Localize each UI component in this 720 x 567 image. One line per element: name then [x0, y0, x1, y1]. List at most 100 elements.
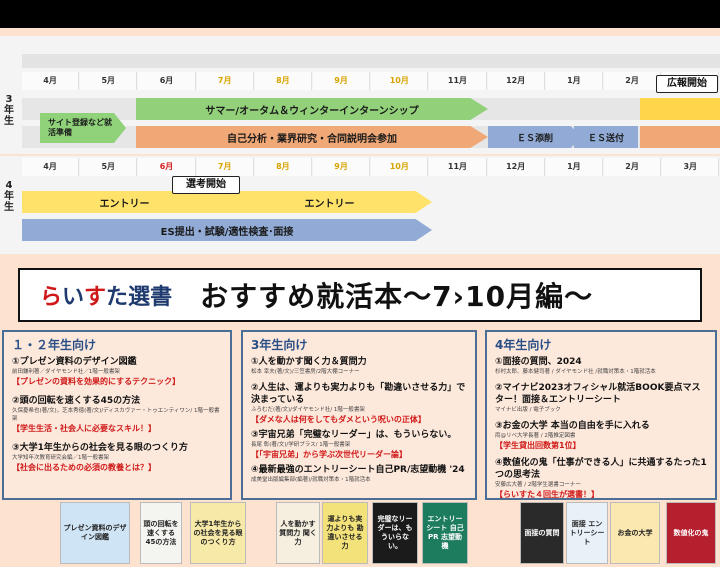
entry-arrow: エントリー エントリー [22, 191, 432, 213]
month-cell: 12月 [487, 158, 545, 176]
book-item: ④最新最強のエントリーシート自己PR/志望動機 '24 成美堂出版編集部(編著)/… [251, 464, 467, 484]
book-title: ②マイナビ2023オフィシャル就活BOOK要点マスター！面接＆エントリーシート [495, 383, 701, 405]
month-cell: 8月 [254, 158, 312, 176]
book-title: ①面接の質問、2024 [495, 357, 582, 367]
book-author: 杉村太郎、藤本健司著 / ダイヤモンド社 /就職対策本・1階就活本 [495, 369, 656, 375]
month-cell: 10月 [371, 158, 429, 176]
schedule-3rd-year-label: 3 年 生 [0, 94, 18, 127]
book-title: ④最新最強のエントリーシート自己PR/志望動機 '24 [251, 465, 465, 475]
book-cover: 頭の回転を速くする45の方法 [140, 502, 182, 564]
book-cover: 運よりも実力よりも 勘違いさせる力 [322, 502, 368, 564]
book-cover: 完璧なリーダーは、もういらない。 [372, 502, 418, 564]
book-author: 前田鎌利著／ダイヤモンド社／1階一般書架 [12, 369, 120, 375]
label-char: 生 [4, 116, 14, 127]
brand-char: い [62, 285, 85, 310]
book-title: ③宇宙兄弟「完璧なリーダー」は、もういらない。 [251, 430, 457, 440]
book-title: ②人生は、運よりも実力よりも「勘違いさせる力」で決まっている [251, 383, 466, 405]
banner-title: おすすめ就活本～7›10月編～ [200, 280, 594, 313]
book-cover: プレゼン資料のデザイン図鑑 [60, 502, 130, 564]
book-note: 【社会に出るための必須の教養とは？】 [12, 463, 156, 472]
book-item: ②マイナビ2023オフィシャル就活BOOK要点マスター！面接＆エントリーシートマ… [495, 382, 707, 414]
es-draft-arrow: ＥＳ添削 [488, 126, 582, 148]
entry-label: エントリー [99, 198, 150, 210]
book-item: ③お金の大学 本当の自由を手に入れる両@リベ大学長著 / 2階推定図書 【学生貸出… [495, 420, 707, 451]
intern-arrow: サマー/オータム＆ウィンターインターンシップ [136, 98, 488, 120]
book-author: 久保憂希也(著/文)，芝本秀徳(著/文)/ディスカヴァー・トゥエンティワン/ 1… [12, 408, 220, 422]
book-item: ③大学1年生からの社会を見る眼のつくり方 大学知年次教育研究会編／1階一般書架 【社… [12, 442, 222, 473]
month-cell: 10月 [371, 72, 429, 90]
month-header-bar [22, 54, 720, 68]
book-item: ②人生は、運よりも実力よりも「勘違いさせる力」で決まっている ふろむだ(著/文)/… [251, 382, 467, 425]
selection-start-callout: 選考開始 [172, 176, 240, 194]
month-cell: 12月 [487, 72, 545, 90]
month-cell: 4月 [22, 158, 80, 176]
brand-suffix: 選書 [128, 284, 173, 310]
label-char: 4 [5, 180, 13, 191]
book-author: 松本 幸夫(著/文)/三笠書房/2階大棚コーナー [251, 369, 360, 375]
month-cell: 6月 [138, 72, 196, 90]
brand-char: ら [40, 285, 63, 310]
book-cover: 数値化の鬼 [666, 502, 716, 564]
book-item: ①プレゼン資料のデザイン図鑑 前田鎌利著／ダイヤモンド社／1階一般書架 【プレゼンの… [12, 356, 222, 387]
brand-char: す [84, 285, 107, 310]
book-title: ①人を動かす聞く力＆質問力 [251, 357, 367, 367]
book-author: 成美堂出版編集部(編著)/就職対策本・1階就活本 [251, 477, 371, 483]
panel-1-2-year: １・２年生向け ①プレゼン資料のデザイン図鑑 前田鎌利著／ダイヤモンド社／1階一般… [2, 330, 232, 500]
book-item: ①面接の質問、2024 杉村太郎、藤本健司著 / ダイヤモンド社 /就職対策本・1… [495, 356, 707, 376]
book-title: ②頭の回転を速くする45の方法 [12, 396, 141, 406]
book-note: 【学生生活・社会人に必要なスキル！】 [12, 424, 156, 433]
entry-start-bar [640, 98, 720, 120]
brand-logo: らいすた [40, 279, 128, 311]
month-cell: 7月 [196, 158, 254, 176]
prep-label: サイト登録など就活準備 [48, 118, 112, 137]
book-note: 【プレゼンの資料を効果的にするテクニック】 [12, 377, 181, 386]
es-send-bar: ＥＳ送付 [574, 126, 638, 148]
month-cell: 5月 [80, 158, 138, 176]
pr-start-callout: 広報開始 [656, 75, 718, 93]
book-note: 【ダメな人は何をしてもダメという呪いの正体】 [251, 415, 426, 424]
book-cover: 面接の質問 [520, 502, 564, 564]
book-author: 長尾 彰(著/文)/学研プラス/ 1階一般書架 [251, 442, 351, 448]
label-char: 生 [4, 202, 14, 213]
month-cell: 3月 [662, 158, 720, 176]
book-author: 大学知年次教育研究会編／1階一般書架 [12, 455, 110, 461]
book-title: ④数値化の鬼「仕事ができる人」に共通するたった1つの思考法 [495, 458, 707, 480]
month-cell: 11月 [429, 158, 487, 176]
book-note: 【学生貸出回数第1位】 [495, 441, 581, 450]
book-cover: 面接 エントリーシート [566, 502, 608, 564]
book-note: 【らいすた４回生が選書！】 [495, 490, 599, 499]
book-author: 両@リベ大学長著 / 2階推定図書 [495, 433, 576, 439]
panel-title: １・２年生向け [12, 338, 97, 352]
book-item: ②頭の回転を速くする45の方法久保憂希也(著/文)，芝本秀徳(著/文)/ディスカ… [12, 395, 222, 434]
top-black-bar [0, 0, 720, 28]
book-item: ④数値化の鬼「仕事ができる人」に共通するたった1つの思考法 安藤広大著 / 2階学… [495, 457, 707, 499]
panel-4-year: 4年生向け ①面接の質問、2024 杉村太郎、藤本健司著 / ダイヤモンド社 /就… [485, 330, 717, 500]
book-item: ③宇宙兄弟「完璧なリーダー」は、もういらない。長尾 彰(著/文)/学研プラス/ … [251, 429, 467, 460]
book-cover: 人を動かす質問力 聞く力 [276, 502, 320, 564]
es-exam-label: ES提出・試験/適性検査･面接 [160, 226, 294, 238]
label-char: 3 [5, 94, 13, 105]
book-title: ③お金の大学 本当の自由を手に入れる [495, 421, 650, 431]
research-label: 自己分析・業界研究・合同説明会参加 [227, 133, 397, 145]
research-arrow: 自己分析・業界研究・合同説明会参加 [136, 126, 488, 148]
book-cover: エントリーシート 自己PR 志望動機 [422, 502, 468, 564]
month-cell: 7月 [196, 72, 254, 90]
book-author: マイナビ出版 / 電子ブック [495, 407, 561, 413]
es-exam-arrow: ES提出・試験/適性検査･面接 [22, 219, 432, 241]
book-cover: お金の大学 [610, 502, 660, 564]
month-cell: 9月 [313, 158, 371, 176]
label-char: 年 [4, 191, 14, 202]
month-cell: 1月 [545, 158, 603, 176]
book-cover: 大学1年生からの社会を見る眼のつくり方 [190, 502, 246, 564]
intern-label: サマー/オータム＆ウィンターインターンシップ [205, 105, 419, 117]
month-cell: 1月 [545, 72, 603, 90]
book-note: 【「宇宙兄弟」から学ぶ次世代リーダー論】 [251, 450, 407, 459]
month-cell: 8月 [254, 72, 312, 90]
month-cell: 4月 [22, 72, 80, 90]
month-cell: 2月 [604, 158, 662, 176]
prep-arrow: サイト登録など就活準備 [40, 113, 126, 143]
month-cell: 9月 [313, 72, 371, 90]
month-cell: 6月 [138, 158, 196, 176]
es-draft-label: ＥＳ添削 [516, 133, 553, 144]
month-cell: 5月 [80, 72, 138, 90]
